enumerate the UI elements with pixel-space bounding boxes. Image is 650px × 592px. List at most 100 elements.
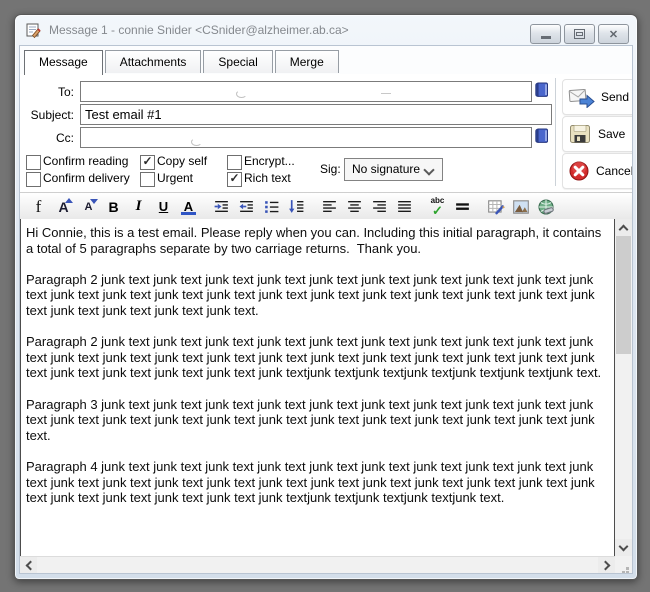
paragraph-5: Paragraph 4 junk text junk text junk tex… — [26, 459, 605, 506]
decrease-font-size-button[interactable]: A — [76, 195, 101, 218]
sig-label: Sig: — [320, 162, 341, 177]
to-input[interactable] — [80, 81, 532, 102]
copy-self-checkbox[interactable]: ✓ — [140, 155, 155, 170]
urgent-label: Urgent — [157, 171, 193, 186]
redacted-content — [191, 138, 202, 146]
minimize-button[interactable] — [530, 24, 561, 44]
signature-select[interactable]: No signature — [344, 158, 443, 181]
bold-button[interactable]: B — [101, 195, 126, 218]
insert-link-button[interactable] — [533, 195, 558, 218]
align-left-icon — [321, 198, 338, 215]
align-left-button[interactable] — [317, 195, 342, 218]
resize-grip[interactable] — [615, 556, 632, 573]
encrypt-label: Encrypt... — [244, 154, 295, 169]
scroll-right-arrow[interactable] — [598, 557, 615, 573]
send-envelope-icon — [568, 87, 595, 108]
horizontal-rule-button[interactable] — [450, 195, 475, 218]
underline-button[interactable]: U — [151, 195, 176, 218]
scroll-down-arrow[interactable] — [615, 539, 632, 556]
line-spacing-icon — [288, 198, 305, 215]
bullet-list-button[interactable] — [259, 195, 284, 218]
confirm-delivery-checkbox[interactable] — [26, 172, 41, 187]
scroll-up-arrow[interactable] — [615, 219, 632, 236]
tab-special[interactable]: Special — [203, 50, 272, 73]
italic-button[interactable]: I — [126, 195, 151, 218]
tab-attachments[interactable]: Attachments — [105, 50, 202, 73]
indent-decrease-button[interactable] — [234, 195, 259, 218]
font-color-button[interactable]: A — [176, 195, 201, 218]
vertical-scrollbar[interactable] — [615, 219, 632, 556]
message-window: Message 1 - connie Snider <CSnider@alzhe… — [14, 14, 638, 580]
urgent-checkbox[interactable] — [140, 172, 155, 187]
indent-increase-button[interactable] — [209, 195, 234, 218]
down-triangle-icon — [90, 199, 98, 204]
font-select-button[interactable]: f — [26, 195, 51, 218]
cancel-label: Cancel — [596, 164, 633, 178]
signature-value: No signature — [352, 162, 420, 176]
insert-table-icon — [487, 198, 505, 216]
message-body-editor: Hi Connie, this is a test email. Please … — [20, 219, 632, 573]
cc-label: Cc: — [22, 128, 74, 149]
align-right-button[interactable] — [367, 195, 392, 218]
bullet-list-icon — [263, 198, 280, 215]
window-title: Message 1 - connie Snider <CSnider@alzhe… — [49, 23, 349, 37]
close-icon: ✕ — [609, 28, 618, 41]
subject-label: Subject: — [22, 105, 74, 126]
paragraph-2: Paragraph 2 junk text junk text junk tex… — [26, 272, 605, 319]
address-book-icon[interactable] — [533, 81, 550, 99]
confirm-delivery-label: Confirm delivery — [43, 171, 130, 186]
justify-button[interactable] — [392, 195, 417, 218]
message-note-icon — [25, 22, 42, 39]
up-triangle-icon — [65, 198, 73, 203]
copy-self-label: Copy self — [157, 154, 207, 169]
to-label: To: — [22, 82, 74, 103]
confirm-reading-checkbox[interactable] — [26, 155, 41, 170]
redacted-content — [381, 93, 391, 94]
insert-link-globe-icon — [537, 198, 555, 216]
message-body-text[interactable]: Hi Connie, this is a test email. Please … — [20, 219, 615, 556]
save-button[interactable]: Save — [562, 116, 633, 152]
scroll-left-arrow[interactable] — [20, 557, 37, 573]
line-spacing-button[interactable] — [284, 195, 309, 218]
cancel-red-x-icon — [568, 160, 590, 182]
title-bar[interactable]: Message 1 - connie Snider <CSnider@alzhe… — [15, 15, 637, 45]
button-panel-divider — [555, 78, 556, 186]
horizontal-scrollbar[interactable] — [20, 556, 615, 573]
indent-decrease-icon — [238, 198, 255, 215]
justify-icon — [396, 198, 413, 215]
maximize-icon — [574, 29, 585, 39]
tab-merge[interactable]: Merge — [275, 50, 339, 73]
formatting-toolbar: f A A B I U A — [20, 192, 632, 221]
vertical-scroll-thumb[interactable] — [616, 236, 631, 354]
address-book-icon[interactable] — [533, 127, 550, 145]
insert-table-button[interactable] — [483, 195, 508, 218]
tab-bar: Message Attachments Special Merge — [24, 50, 628, 76]
dialog-client-area: Message Attachments Special Merge To: Su… — [19, 45, 633, 574]
redacted-content — [236, 90, 247, 98]
horizontal-rule-icon — [454, 198, 471, 215]
send-button[interactable]: Send — [562, 79, 633, 115]
tab-message[interactable]: Message — [24, 50, 103, 75]
confirm-reading-label: Confirm reading — [43, 154, 128, 169]
minimize-icon — [541, 36, 551, 39]
indent-increase-icon — [213, 198, 230, 215]
cc-input[interactable] — [80, 127, 532, 148]
cancel-button[interactable]: Cancel — [562, 153, 633, 189]
paragraph-4: Paragraph 3 junk text junk text junk tex… — [26, 397, 605, 444]
align-center-button[interactable] — [342, 195, 367, 218]
save-label: Save — [598, 127, 625, 141]
color-bar-icon — [181, 212, 196, 215]
insert-image-button[interactable] — [508, 195, 533, 218]
floppy-disk-icon — [568, 123, 592, 145]
chevron-down-icon — [423, 164, 434, 175]
increase-font-size-button[interactable]: A — [51, 195, 76, 218]
align-center-icon — [346, 198, 363, 215]
close-button[interactable]: ✕ — [598, 24, 629, 44]
encrypt-checkbox[interactable] — [227, 155, 242, 170]
maximize-button[interactable] — [564, 24, 595, 44]
subject-input[interactable]: Test email #1 — [80, 104, 552, 125]
spell-check-button[interactable]: abc ✓ — [425, 195, 450, 218]
green-check-icon: ✓ — [425, 203, 450, 219]
rich-text-label: Rich text — [244, 171, 291, 186]
rich-text-checkbox[interactable]: ✓ — [227, 172, 242, 187]
